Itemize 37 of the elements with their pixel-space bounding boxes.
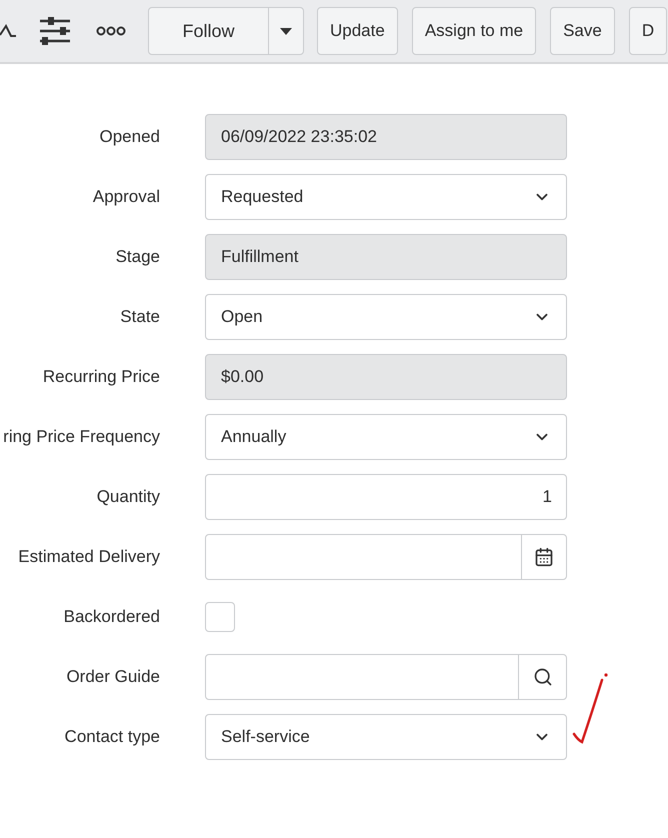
checkbox[interactable] xyxy=(205,602,235,632)
field-label: Estimated Delivery xyxy=(18,547,160,566)
field-label: Order Guide xyxy=(66,667,160,686)
reference-field[interactable] xyxy=(205,654,567,700)
follow-button[interactable]: Follow xyxy=(149,8,268,54)
activity-line-icon xyxy=(0,23,16,39)
field-label: Stage xyxy=(116,247,160,266)
field-label: State xyxy=(120,307,160,326)
more-options-icon[interactable] xyxy=(96,26,126,36)
field-label: Backordered xyxy=(64,607,160,626)
select-field[interactable]: Self-service xyxy=(205,714,567,760)
select-value: Self-service xyxy=(221,726,310,748)
field-label: Quantity xyxy=(96,487,160,506)
read-only-field: $0.00 xyxy=(205,354,567,400)
toolbar-button[interactable]: D xyxy=(628,7,668,55)
toolbar-button[interactable]: Assign to me xyxy=(412,7,536,55)
read-only-field: 06/09/2022 23:35:02 xyxy=(205,114,567,160)
date-field[interactable] xyxy=(205,534,567,580)
field-label: Approval xyxy=(92,187,160,206)
field-label: Opened xyxy=(100,127,160,146)
select-value: Open xyxy=(221,306,263,328)
sliders-icon[interactable] xyxy=(40,17,70,45)
toolbar-button[interactable]: Save xyxy=(550,7,615,55)
field-label: Contact type xyxy=(64,727,160,746)
select-value: Annually xyxy=(221,426,286,448)
select-value: Requested xyxy=(221,186,304,208)
field-label: ring Price Frequency xyxy=(3,427,160,446)
select-field[interactable]: Requested xyxy=(205,174,567,220)
search-icon xyxy=(532,667,552,687)
read-only-field: Fulfillment xyxy=(205,234,567,280)
field-label: Recurring Price xyxy=(42,367,160,386)
toolbar-button[interactable]: Update xyxy=(317,7,398,55)
caret-down-icon xyxy=(280,28,292,34)
select-field[interactable]: Annually xyxy=(205,414,567,460)
select-field[interactable]: Open xyxy=(205,294,567,340)
input-field[interactable]: 1 xyxy=(205,474,567,520)
calendar-icon xyxy=(534,547,554,567)
